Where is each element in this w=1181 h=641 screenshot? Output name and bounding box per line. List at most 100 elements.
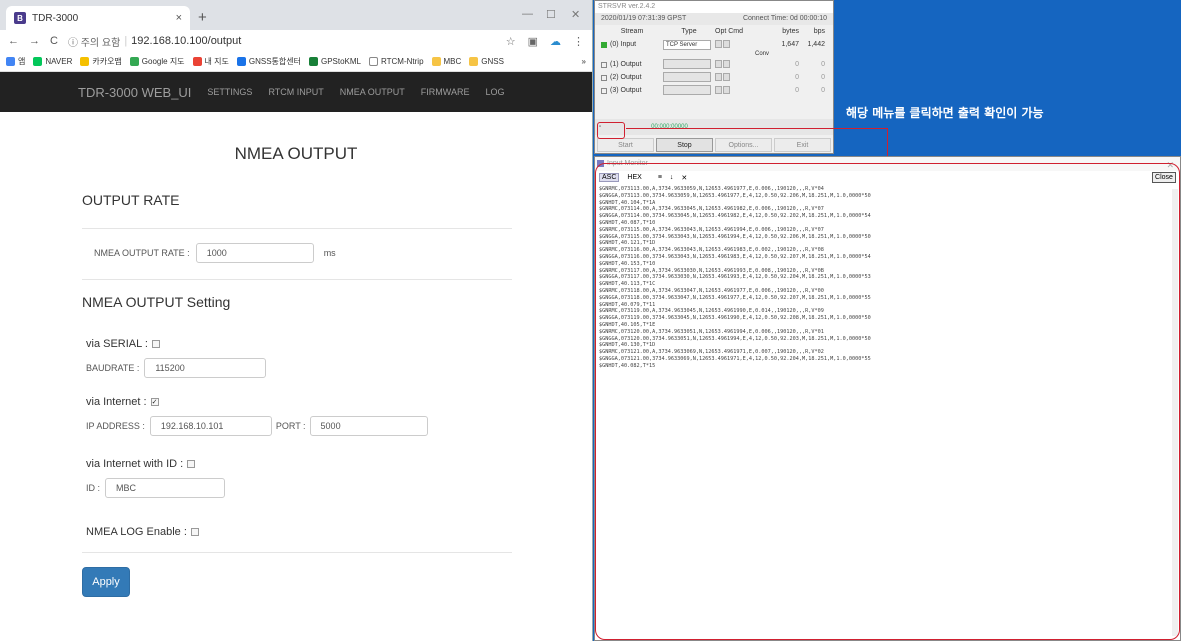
monitor-line: $GNHDT,40.105,T*1E	[599, 321, 656, 328]
mode-hex-button[interactable]: HEX	[627, 174, 641, 181]
bookmark-item[interactable]: GPStoKML	[308, 57, 361, 66]
window-close-icon[interactable]: ✕	[571, 8, 580, 21]
cmd-button[interactable]	[723, 39, 730, 48]
mode-asc-button[interactable]: ASC	[599, 173, 620, 182]
input-monitor-window: Input Monitor ✕ ASC HEX ≡ ↓ ✕ Close $GNR…	[594, 156, 1181, 641]
minimize-icon[interactable]: —	[522, 8, 533, 20]
stream-name: (1) Output	[610, 61, 642, 68]
stream-type-select[interactable]	[663, 84, 711, 95]
monitor-close-button[interactable]: Close	[1152, 172, 1176, 183]
stream-type-select[interactable]: TCP Server	[663, 39, 711, 50]
cloud-extension-icon[interactable]: ☁	[550, 35, 561, 48]
monitor-line: $GNRMC,073121.00,A,3734.9633069,N,12653.…	[599, 349, 824, 356]
monitor-line: $GNHDT,40.130,T*1D	[599, 342, 656, 349]
nav-settings[interactable]: SETTINGS	[207, 87, 252, 97]
stream-enable-checkbox[interactable]	[601, 74, 607, 81]
bookmark-item[interactable]: 앱	[6, 56, 25, 67]
monitor-close-icon[interactable]: ✕	[1166, 158, 1174, 172]
id-label: ID :	[86, 483, 101, 493]
web-ui-navbar: TDR-3000 WEB_UI SETTINGS RTCM INPUT NMEA…	[0, 72, 592, 112]
bookmark-item[interactable]: GNSS	[469, 57, 504, 66]
log-label: NMEA LOG Enable :	[86, 526, 187, 538]
internet-checkbox[interactable]: ✓	[150, 398, 159, 406]
stop-button[interactable]: Stop	[656, 138, 713, 152]
log-checkbox[interactable]	[190, 528, 199, 536]
cmd-button[interactable]	[723, 72, 730, 81]
internet-row: via Internet : ✓	[86, 396, 510, 408]
bookmark-item[interactable]: MBC	[431, 57, 461, 66]
tab-close-icon[interactable]: ×	[176, 12, 182, 24]
stream-row-output-3: (3) Output 0 0	[595, 84, 833, 97]
url-text: 192.168.10.100/output	[131, 35, 242, 47]
apply-button[interactable]: Apply	[82, 567, 130, 597]
back-icon[interactable]: ←	[8, 35, 19, 47]
options-button[interactable]: Options...	[715, 138, 772, 152]
extension-icon[interactable]: ▣	[528, 35, 538, 48]
stream-row-output-1: (1) Output 0 0	[595, 58, 833, 71]
internet-id-checkbox[interactable]	[187, 460, 196, 468]
stream-enable-checkbox[interactable]	[601, 61, 607, 68]
browser-tab[interactable]: B TDR-3000 ×	[6, 6, 190, 30]
bookmark-star-icon[interactable]: ☆	[506, 35, 516, 48]
ip-address-input[interactable]: 192.168.10.101	[149, 416, 272, 436]
bookmark-item[interactable]: NAVER	[33, 57, 72, 66]
bookmark-item[interactable]: GNSS통합센터	[236, 56, 301, 67]
bookmark-item[interactable]: RTCM-Ntrip	[369, 57, 424, 66]
security-warning[interactable]: ⓘ 주의 요함	[68, 34, 120, 49]
maximize-icon[interactable]: ☐	[546, 8, 556, 21]
monitor-line: $GNRMC,073118.00,A,3734.9633047,N,12653.…	[599, 287, 824, 294]
stream-bps: 0	[821, 74, 825, 81]
scroll-down-icon[interactable]: ↓	[670, 174, 674, 181]
id-input[interactable]: MBC	[105, 478, 226, 498]
address-bar[interactable]: ⓘ 주의 요함 | 192.168.10.100/output	[68, 34, 241, 49]
internet-label: via Internet :	[86, 396, 147, 408]
monitor-line: $GNGGA,073114.00,3734.9633045,N,12653.49…	[599, 213, 871, 220]
navbar-brand[interactable]: TDR-3000 WEB_UI	[78, 85, 191, 100]
forward-icon[interactable]: →	[29, 35, 40, 47]
bookmarks-more[interactable]: »	[582, 57, 586, 66]
nav-rtcm-input[interactable]: RTCM INPUT	[268, 87, 323, 97]
opt-button[interactable]	[715, 59, 722, 68]
monitor-line: $GNRMC,073119.00,A,3734.9633045,N,12653.…	[599, 308, 824, 315]
stream-type-select[interactable]	[663, 71, 711, 82]
serial-checkbox[interactable]	[151, 340, 160, 348]
monitor-line: $GNGGA,073117.00,3734.9633030,N,12653.49…	[599, 274, 871, 281]
output-rate-input[interactable]: 1000	[195, 243, 314, 263]
nav-nmea-output[interactable]: NMEA OUTPUT	[340, 87, 405, 97]
strsvr-window: STRSVR ver.2.4.2 2020/01/19 07:31:39 GPS…	[594, 0, 834, 154]
clear-icon[interactable]: ✕	[681, 174, 687, 182]
bookmark-item[interactable]: Google 지도	[129, 56, 185, 67]
cmd-button[interactable]	[723, 59, 730, 68]
monitor-line: $GNRMC,073117.00,A,3734.9633030,N,12653.…	[599, 267, 824, 274]
opt-button[interactable]	[715, 72, 722, 81]
site-favicon-icon: B	[14, 12, 26, 24]
monitor-line: $GNHDT,40.113,T*1C	[599, 281, 656, 288]
new-tab-button[interactable]: +	[198, 9, 207, 26]
stream-enable-checkbox[interactable]	[601, 87, 607, 94]
exit-button[interactable]: Exit	[774, 138, 831, 152]
header-type: Type	[681, 28, 697, 35]
monitor-line: $GNHDT,40.087,T*10	[599, 219, 656, 226]
bookmark-item[interactable]: 카카오맵	[80, 56, 122, 67]
nav-log[interactable]: LOG	[485, 87, 504, 97]
port-input[interactable]: 5000	[309, 416, 428, 436]
header-bps: bps	[813, 28, 825, 35]
stream-type-select[interactable]	[663, 58, 711, 69]
opt-button[interactable]	[715, 39, 722, 48]
port-label: PORT :	[275, 421, 306, 431]
opt-button[interactable]	[715, 85, 722, 94]
bookmark-item[interactable]: 내 지도	[192, 56, 229, 67]
nav-firmware[interactable]: FIRMWARE	[421, 87, 470, 97]
monitor-line: $GNGGA,073115.00,3734.9633043,N,12653.49…	[599, 233, 871, 240]
start-button[interactable]: Start	[597, 138, 654, 152]
reload-icon[interactable]: C	[50, 35, 58, 47]
output-rate-label: NMEA OUTPUT RATE :	[94, 248, 190, 258]
ip-label: IP ADDRESS :	[86, 421, 145, 431]
highlight-box-monitor-button	[597, 122, 625, 139]
baudrate-label: BAUDRATE :	[86, 363, 140, 373]
cmd-button[interactable]	[723, 85, 730, 94]
monitor-scrollbar[interactable]	[1172, 189, 1178, 636]
baudrate-input[interactable]: 115200	[144, 358, 267, 378]
filter-icon[interactable]: ≡	[658, 174, 662, 181]
menu-kebab-icon[interactable]: ⋮	[573, 35, 584, 48]
